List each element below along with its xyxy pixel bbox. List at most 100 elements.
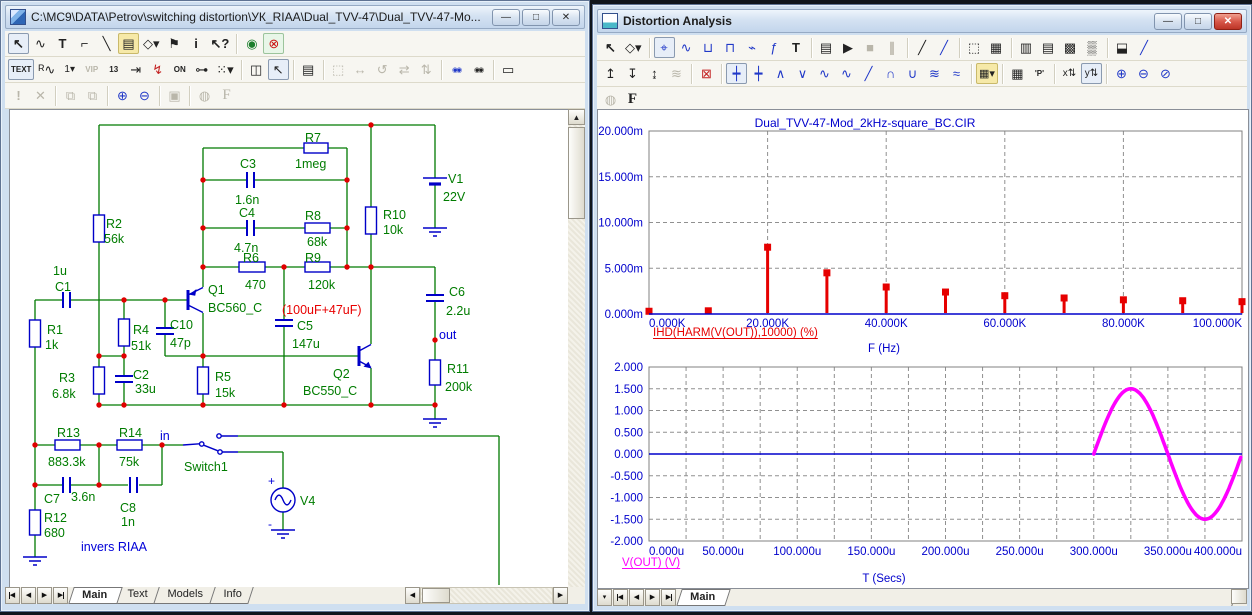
grid-dense-icon[interactable]: ▩ [1060, 37, 1081, 58]
sphere-icon[interactable]: ◍ [600, 89, 621, 110]
zoom-off-icon[interactable]: ⊘ [1155, 63, 1176, 84]
text-mode-icon[interactable]: T [52, 33, 73, 54]
resistor-R12[interactable] [30, 510, 41, 535]
maximize-button[interactable]: □ [522, 9, 550, 26]
info-mode-icon[interactable]: i [186, 33, 207, 54]
plot-canvas[interactable]: 0.000m5.000m10.000m15.000m20.000m0.000K2… [597, 109, 1249, 589]
x-scale-icon[interactable]: x⇅ [1059, 63, 1080, 84]
probe-both-icon[interactable]: ↨ [644, 63, 665, 84]
node-numbers-icon[interactable]: 1▾ [59, 59, 80, 80]
wire-mode-icon[interactable]: ∿ [30, 33, 51, 54]
select-arrow-icon[interactable]: ↖ [8, 33, 29, 54]
cursor-horizontal-icon[interactable]: ┿ [726, 63, 747, 84]
component-picker-icon[interactable]: ◇▾ [622, 37, 645, 58]
zoom-out-icon[interactable]: ⊖ [134, 85, 155, 106]
analysis-titlebar[interactable]: Distortion Analysis — □ ✕ [597, 9, 1247, 33]
resistor-R8[interactable] [305, 223, 330, 233]
high-icon[interactable]: ∩ [880, 63, 901, 84]
probe-step-icon[interactable]: ⌁ [742, 37, 763, 58]
zoom-in-icon[interactable]: ⊕ [112, 85, 133, 106]
window-monitor-icon[interactable]: ▭ [498, 59, 519, 80]
columns-icon[interactable]: ▒ [1082, 37, 1103, 58]
tab-main[interactable]: Main [68, 587, 123, 604]
capacitor-C8[interactable] [130, 477, 137, 493]
vscroll-thumb[interactable] [568, 127, 585, 219]
xy-disable-icon[interactable]: ⊠ [696, 63, 717, 84]
info-point-icon[interactable]: ! [8, 85, 29, 106]
switch-Switch1[interactable] [183, 434, 238, 454]
low-icon[interactable]: ∪ [902, 63, 923, 84]
on-off-icon[interactable]: ON [169, 59, 190, 80]
probe-up-icon[interactable]: ↥ [600, 63, 621, 84]
tab-models[interactable]: Models [153, 587, 218, 604]
cursor-vertical-icon[interactable]: ┿ [748, 63, 769, 84]
tangent-icon[interactable]: ╱ [1134, 37, 1155, 58]
component-bus-icon[interactable]: ▤ [118, 33, 139, 54]
pause-button[interactable]: ∥ [882, 37, 903, 58]
tag-vertical-icon[interactable]: ⊓ [720, 37, 741, 58]
stripes-h-icon[interactable]: ▤ [1038, 37, 1059, 58]
zoom-out-icon[interactable]: ⊖ [1133, 63, 1154, 84]
capacitor-C7[interactable] [63, 477, 70, 493]
source-V4[interactable] [271, 488, 295, 512]
resistor-R1[interactable] [30, 320, 41, 347]
y-scale-icon[interactable]: y⇅ [1081, 63, 1102, 84]
cursor-mode-icon[interactable]: ⌖ [654, 37, 675, 58]
maximize-button[interactable]: □ [1184, 13, 1212, 30]
capacitor-C2[interactable] [115, 376, 133, 382]
tab-next-button[interactable]: ▶ [37, 587, 52, 604]
help-mode-icon[interactable]: ↖? [208, 33, 233, 54]
line-tool-icon[interactable]: ╱ [912, 37, 933, 58]
transistor-Q2[interactable] [359, 345, 372, 369]
schematic-canvas[interactable]: R2 56k 1u C1 R1 1k R4 51k C10 47p R3 6.8… [9, 109, 571, 588]
flag-mode-icon[interactable]: ⚑ [164, 33, 185, 54]
run-button[interactable]: ▶ [838, 37, 859, 58]
resistor-attr-icon[interactable]: ᴿ∿ [35, 59, 58, 80]
rise-edge-icon[interactable]: ∿ [814, 63, 835, 84]
tag-horizontal-icon[interactable]: ⊔ [698, 37, 719, 58]
resistor-R3[interactable] [94, 367, 105, 394]
stripes-v-icon[interactable]: ▥ [1016, 37, 1037, 58]
zoom-in-icon[interactable]: ⊕ [1111, 63, 1132, 84]
flip-h-icon[interactable]: ⇄ [394, 59, 415, 80]
schematic-titlebar[interactable]: C:\MC9\DATA\Petrov\switching distortion\… [5, 5, 585, 29]
hscroll-right-button[interactable]: ▶ [553, 587, 568, 604]
database-icon[interactable]: ▦▾ [976, 63, 998, 84]
stretch-icon[interactable]: ↔ [350, 59, 371, 80]
transistor-Q1[interactable] [188, 288, 203, 313]
component-picker-icon[interactable]: ◇▾ [140, 33, 163, 54]
peak-icon[interactable]: ∧ [770, 63, 791, 84]
close-button[interactable]: ✕ [552, 9, 580, 26]
polyline-tool-icon[interactable]: ╱ [934, 37, 955, 58]
scroll-up-button[interactable]: ▲ [568, 109, 585, 125]
global-low-icon[interactable]: ≈ [946, 63, 967, 84]
find-next-icon[interactable]: ◉◉ [468, 59, 489, 80]
tab-main[interactable]: Main [676, 589, 731, 606]
resistor-R13[interactable] [55, 440, 80, 450]
f-helper-icon[interactable]: F [622, 89, 643, 110]
resistor-R5[interactable] [198, 367, 209, 394]
hscroll-left-button[interactable]: ◀ [405, 587, 420, 604]
function-curve-icon[interactable]: ƒ [764, 37, 785, 58]
enable-disable-icon[interactable]: ⊗ [263, 33, 284, 54]
analysis-hscroll-thumb[interactable] [1231, 589, 1247, 604]
plot-next-button[interactable]: ▶ [645, 589, 660, 606]
flip-v-icon[interactable]: ⇅ [416, 59, 437, 80]
text-attr-icon[interactable]: TEXT [8, 59, 34, 80]
grid-panel-icon[interactable]: ▦ [986, 37, 1007, 58]
sphere-icon[interactable]: ◍ [194, 85, 215, 106]
plot-first-button[interactable]: ◀ [613, 589, 628, 606]
group-move-icon[interactable]: ⬚ [328, 59, 349, 80]
waves-icon[interactable]: ≋ [666, 63, 687, 84]
find-icon[interactable]: ◉◉ [446, 59, 467, 80]
valley-icon[interactable]: ∨ [792, 63, 813, 84]
probe-down-icon[interactable]: ↧ [622, 63, 643, 84]
close-button[interactable]: ✕ [1214, 13, 1242, 30]
resistor-R2[interactable] [94, 215, 105, 242]
plot-list-button[interactable]: ▾ [597, 589, 612, 606]
panel-icon[interactable]: ⬚ [964, 37, 985, 58]
split-window-icon[interactable]: ◫ [246, 59, 267, 80]
pin-numbers-icon[interactable]: 13 [103, 59, 124, 80]
current-probe-icon[interactable]: ↯ [147, 59, 168, 80]
capacitor-C4[interactable] [247, 220, 254, 236]
